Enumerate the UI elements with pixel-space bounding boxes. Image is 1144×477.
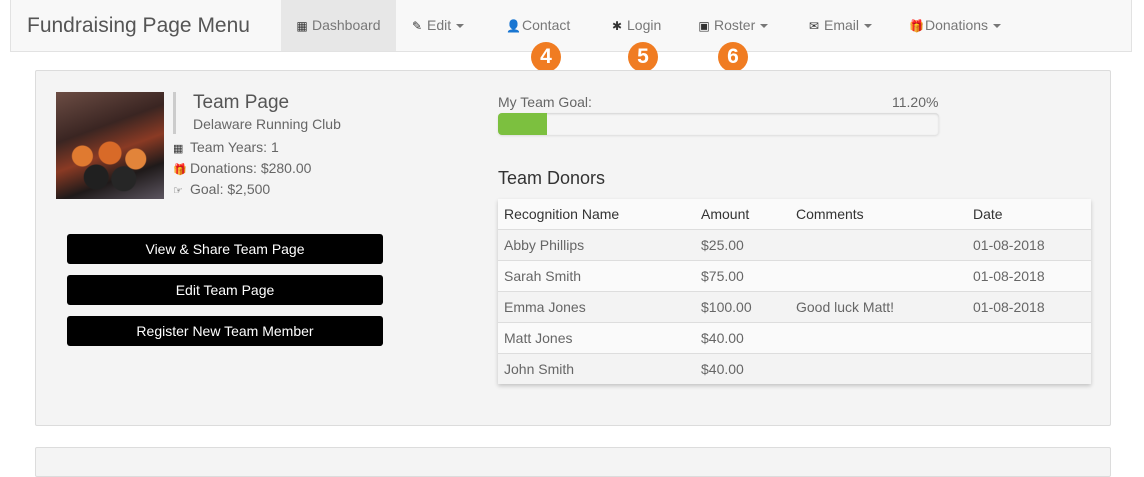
column-header-date: Date: [973, 206, 1003, 222]
donor-date: 01-08-2018: [973, 268, 1045, 284]
column-header-amount: Amount: [701, 206, 750, 222]
team-goal-percent: 11.20%: [892, 94, 939, 110]
nav-login-label: Login: [627, 17, 662, 33]
calendar-icon: ▦: [173, 143, 184, 155]
donor-amount: $40.00: [701, 361, 744, 377]
nav-donations-label: Donations: [925, 17, 989, 33]
team-photo: [56, 92, 164, 199]
view-share-team-page-button[interactable]: View & Share Team Page: [67, 234, 383, 264]
team-goal-progress-fill: [498, 113, 548, 135]
nav-edit[interactable]: ✎ Edit: [411, 0, 465, 51]
nav-email[interactable]: ✉ Email: [808, 0, 873, 51]
secondary-panel: [35, 447, 1111, 477]
column-header-comments: Comments: [796, 206, 864, 222]
edit-team-page-button[interactable]: Edit Team Page: [67, 275, 383, 305]
donor-date: 01-08-2018: [973, 237, 1045, 253]
donor-name: Matt Jones: [504, 330, 573, 346]
donor-amount: $40.00: [701, 330, 744, 346]
pencil-icon: ✎: [411, 19, 423, 33]
top-navbar: Fundraising Page Menu ▦ Dashboard ✎ Edit 👤…: [10, 0, 1132, 52]
donor-name: John Smith: [504, 361, 575, 377]
user-icon: 👤: [506, 19, 521, 33]
table-header-row: Recognition Name Amount Comments Date: [498, 199, 1091, 229]
briefcase-icon: ▣: [698, 19, 710, 33]
donor-amount: $25.00: [701, 237, 744, 253]
nav-edit-label: Edit: [427, 17, 452, 33]
donor-comment: Good luck Matt!: [796, 299, 895, 315]
navbar-brand[interactable]: Fundraising Page Menu: [27, 14, 250, 38]
caret-down-icon: [864, 24, 873, 29]
th-icon: ▦: [296, 19, 308, 33]
donor-name: Emma Jones: [504, 299, 586, 315]
team-goal: ☞ Goal: $2,500: [173, 181, 270, 197]
team-years-text: Team Years: 1: [190, 139, 279, 155]
asterisk-icon: ✱: [611, 19, 623, 33]
donor-date: 01-08-2018: [973, 299, 1045, 315]
nav-email-label: Email: [824, 17, 860, 33]
team-panel: Team Page Delaware Running Club ▦ Team Ye…: [35, 70, 1111, 426]
column-header-name: Recognition Name: [504, 206, 620, 222]
step-badge-5: 5: [628, 42, 658, 72]
nav-contact-label: Contact: [522, 17, 571, 33]
donor-name: Abby Phillips: [504, 237, 585, 253]
step-badge-6: 6: [718, 42, 748, 72]
table-row: Matt Jones $40.00: [498, 322, 1091, 353]
team-donations: 🎁 Donations: $280.00: [173, 160, 311, 176]
table-row: John Smith $40.00: [498, 353, 1091, 384]
donor-name: Sarah Smith: [504, 268, 582, 284]
team-goal-progress: [498, 113, 939, 135]
caret-down-icon: [760, 24, 769, 29]
team-years: ▦ Team Years: 1: [173, 139, 279, 155]
register-new-team-member-button[interactable]: Register New Team Member: [67, 316, 383, 346]
donor-amount: $100.00: [701, 299, 752, 315]
envelope-icon: ✉: [808, 19, 820, 33]
team-page-title: Team Page: [193, 92, 290, 113]
team-donors-title: Team Donors: [498, 168, 606, 188]
table-row: Emma Jones $100.00 Good luck Matt! 01-08-20…: [498, 291, 1091, 322]
table-row: Abby Phillips $25.00 01-08-2018: [498, 229, 1091, 260]
step-badge-4: 4: [531, 42, 561, 72]
caret-down-icon: [993, 24, 1002, 29]
hand-point-icon: ☞: [173, 185, 183, 197]
nav-dashboard-label: Dashboard: [312, 17, 381, 33]
team-goal-text: Goal: $2,500: [190, 181, 271, 197]
team-goal-label: My Team Goal:: [498, 94, 592, 110]
table-row: Sarah Smith $75.00 01-08-2018: [498, 260, 1091, 291]
nav-donations[interactable]: 🎁Donations: [909, 0, 1002, 51]
gift-icon: 🎁: [173, 164, 187, 176]
team-donors-table: Recognition Name Amount Comments Date Ab…: [498, 199, 1091, 384]
gift-icon: 🎁: [909, 19, 924, 33]
team-club-name: Delaware Running Club: [193, 116, 341, 132]
nav-roster-label: Roster: [714, 17, 756, 33]
caret-down-icon: [456, 24, 465, 29]
donor-amount: $75.00: [701, 268, 744, 284]
team-donations-text: Donations: $280.00: [190, 160, 312, 176]
nav-dashboard[interactable]: ▦ Dashboard: [281, 0, 396, 51]
title-divider: [173, 92, 176, 134]
